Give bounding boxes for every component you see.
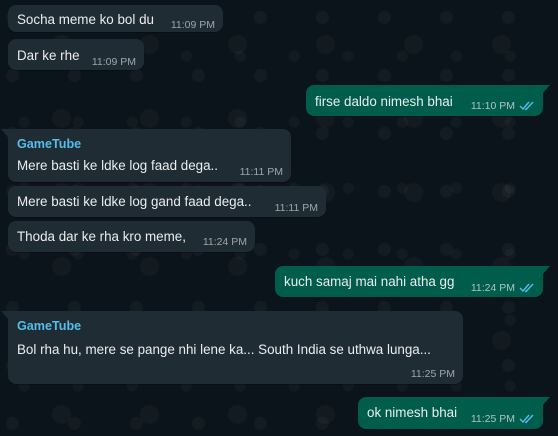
message-text: Thoda dar ke rha kro meme, [17, 229, 186, 244]
message-time: 11:25 PM [470, 413, 515, 425]
message-time: 11:11 PM [274, 202, 318, 214]
message-text: Bol rha hu, mere se pange nhi lene ka...… [17, 342, 431, 357]
message-text: Dar ke rhe [17, 48, 80, 63]
message-bubble-incoming[interactable]: GameTube Bol rha hu, mere se pange nhi l… [1, 311, 463, 384]
message-time: 11:09 PM [170, 19, 215, 31]
message-bubble-incoming[interactable]: Thoda dar ke rha kro meme, 11:24 PM [8, 221, 255, 252]
message-time: 11:24 PM [202, 236, 247, 248]
double-check-icon [519, 101, 534, 111]
message-time: 11:10 PM [470, 100, 515, 112]
message-bubble-incoming[interactable]: Dar ke rhe 11:09 PM [8, 39, 144, 70]
message-time: 11:11 PM [239, 166, 283, 178]
sender-name[interactable]: GameTube [17, 319, 81, 333]
message-text: Mere basti ke ldke log faad dega.. [17, 158, 218, 173]
message-bubble-outgoing[interactable]: ok nimesh bhai 11:25 PM [358, 397, 550, 429]
message-bubble-outgoing[interactable]: kuch samaj mai nahi atha gg 11:24 PM [275, 266, 550, 297]
message-text: Socha meme ko bol du [17, 12, 154, 27]
sender-name[interactable]: GameTube [17, 137, 81, 151]
message-bubble-incoming[interactable]: GameTube Mere basti ke ldke log faad deg… [1, 129, 291, 182]
message-text: kuch samaj mai nahi atha gg [284, 274, 455, 289]
message-time: 11:24 PM [470, 282, 515, 294]
message-time: 11:09 PM [91, 56, 136, 68]
message-bubble-outgoing[interactable]: firse daldo nimesh bhai 11:10 PM [306, 85, 550, 116]
message-text: Mere basti ke ldke log gand faad dega.. [17, 194, 252, 209]
message-bubble-incoming[interactable]: Socha meme ko bol du 11:09 PM [8, 5, 223, 32]
message-text: ok nimesh bhai [367, 405, 458, 420]
message-text: firse daldo nimesh bhai [315, 94, 453, 109]
double-check-icon [519, 283, 534, 293]
double-check-icon [519, 414, 534, 424]
message-time: 11:25 PM [410, 368, 455, 380]
message-bubble-incoming[interactable]: Mere basti ke ldke log gand faad dega.. … [8, 186, 326, 217]
